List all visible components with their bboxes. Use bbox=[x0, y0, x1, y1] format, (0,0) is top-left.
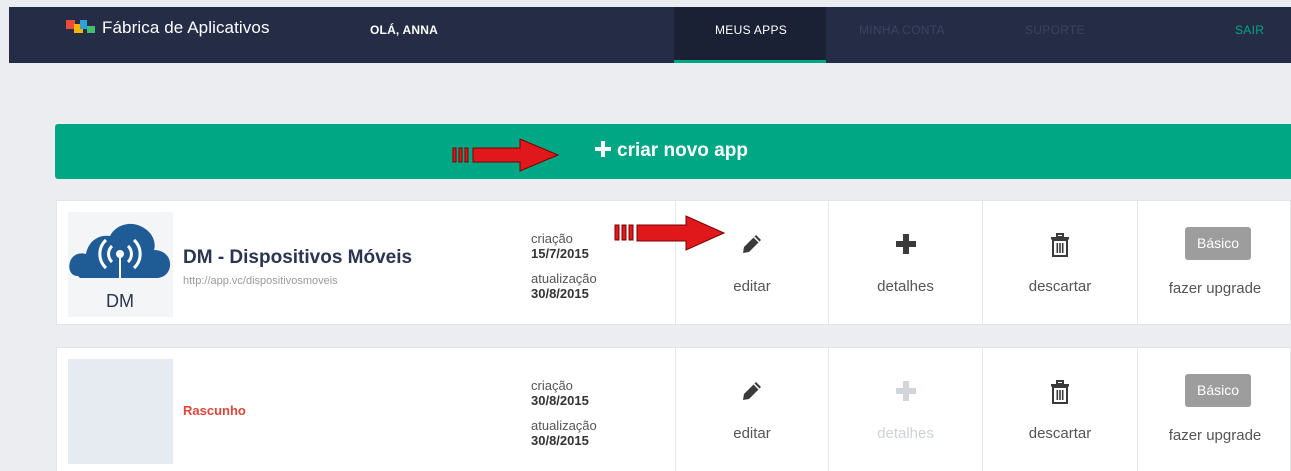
updated-label: atualização bbox=[531, 271, 597, 286]
created-date: 15/7/2015 bbox=[531, 246, 589, 261]
updated-label: atualização bbox=[531, 418, 597, 433]
red-arrow-annotation bbox=[452, 138, 560, 172]
trash-icon bbox=[1051, 380, 1069, 404]
details-label: detalhes bbox=[877, 278, 934, 295]
upgrade-button[interactable]: Básico fazer upgrade bbox=[1137, 201, 1291, 324]
nav-sair[interactable]: SAIR bbox=[1235, 23, 1264, 37]
red-arrow-annotation bbox=[614, 215, 726, 251]
app-thumbnail[interactable]: DM bbox=[68, 212, 173, 317]
plus-icon bbox=[895, 234, 916, 254]
created-label: criação bbox=[531, 378, 573, 393]
create-new-app-button[interactable]: criar novo app bbox=[55, 124, 1291, 179]
upgrade-label: fazer upgrade bbox=[1168, 427, 1262, 444]
create-new-app-label: criar novo app bbox=[595, 140, 748, 162]
app-thumbnail-placeholder[interactable] bbox=[68, 359, 173, 464]
logo-mark-icon bbox=[66, 16, 96, 40]
created-label: criação bbox=[531, 231, 573, 246]
brand-logo[interactable]: Fábrica de Aplicativos bbox=[66, 16, 270, 40]
edit-label: editar bbox=[733, 278, 771, 295]
details-label: detalhes bbox=[877, 425, 934, 442]
details-button[interactable]: detalhes bbox=[828, 201, 982, 324]
app-dates: criação 30/8/2015 atualização 30/8/2015 bbox=[531, 378, 597, 448]
user-greeting[interactable]: OLÁ, ANNA bbox=[370, 23, 438, 37]
discard-label: descartar bbox=[1028, 425, 1092, 442]
brand-name: Fábrica de Aplicativos bbox=[102, 18, 270, 37]
top-navbar: Fábrica de Aplicativos OLÁ, ANNA MEUS AP… bbox=[9, 7, 1291, 63]
updated-date: 30/8/2015 bbox=[531, 286, 589, 301]
details-button: detalhes bbox=[828, 348, 982, 471]
draft-status[interactable]: Rascunho bbox=[183, 403, 246, 418]
plus-icon bbox=[895, 381, 916, 401]
plus-icon bbox=[595, 141, 611, 157]
discard-button[interactable]: descartar bbox=[982, 348, 1137, 471]
edit-label: editar bbox=[733, 425, 771, 442]
app-card: Rascunho criação 30/8/2015 atualização 3… bbox=[56, 347, 1291, 471]
created-date: 30/8/2015 bbox=[531, 393, 589, 408]
app-name[interactable]: DM - Dispositivos Móveis bbox=[183, 247, 412, 269]
trash-icon bbox=[1051, 233, 1069, 257]
discard-button[interactable]: descartar bbox=[982, 201, 1137, 324]
app-url[interactable]: http://app.vc/dispositivosmoveis bbox=[183, 275, 338, 287]
pencil-icon bbox=[743, 382, 761, 400]
active-nav-indicator bbox=[674, 60, 826, 63]
plan-badge: Básico bbox=[1185, 374, 1251, 407]
app-dates: criação 15/7/2015 atualização 30/8/2015 bbox=[531, 231, 597, 301]
plan-badge: Básico bbox=[1185, 227, 1251, 260]
thumb-text: DM bbox=[106, 291, 134, 311]
discard-label: descartar bbox=[1028, 278, 1092, 295]
updated-date: 30/8/2015 bbox=[531, 433, 589, 448]
upgrade-label: fazer upgrade bbox=[1168, 280, 1262, 297]
create-new-app-text: criar novo app bbox=[617, 140, 748, 161]
upgrade-button[interactable]: Básico fazer upgrade bbox=[1137, 348, 1291, 471]
pencil-icon bbox=[743, 235, 761, 253]
nav-suporte[interactable]: SUPORTE bbox=[1025, 23, 1085, 37]
nav-meus-apps[interactable]: MEUS APPS bbox=[715, 23, 787, 37]
nav-minha-conta[interactable]: MINHA CONTA bbox=[859, 23, 945, 37]
edit-button[interactable]: editar bbox=[675, 348, 828, 471]
